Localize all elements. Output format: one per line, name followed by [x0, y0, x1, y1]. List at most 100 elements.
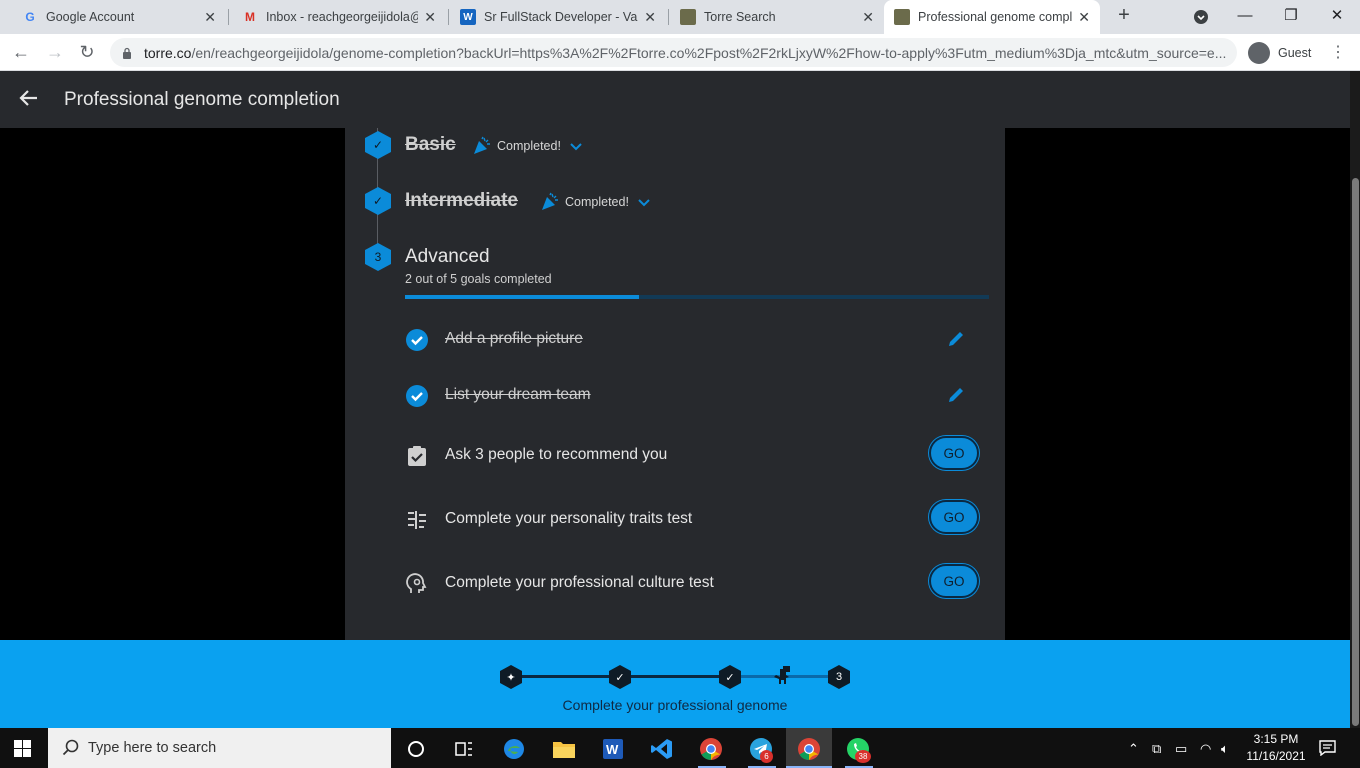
chevron-down-icon: [638, 199, 650, 207]
gmail-icon: M: [245, 10, 255, 24]
avatar-icon: [1248, 41, 1270, 64]
cortana-icon[interactable]: [403, 736, 429, 762]
party-popper-icon: [474, 136, 490, 154]
go-button[interactable]: GO: [929, 564, 979, 598]
url-text: torre.co/en/reachgeorgeijidola/genome-co…: [144, 45, 1226, 61]
edge-icon[interactable]: [501, 736, 527, 762]
meet-now-icon[interactable]: ⧉: [1152, 741, 1161, 757]
traits-icon: [408, 511, 426, 529]
browser-tab-strip: G Google Account ✕ M Inbox - reachgeorge…: [0, 0, 1360, 34]
restore-button[interactable]: ❐: [1268, 0, 1314, 34]
close-window-button[interactable]: ✕: [1314, 0, 1360, 34]
back-arrow-icon[interactable]: [18, 87, 40, 109]
close-tab-icon[interactable]: ✕: [862, 9, 874, 26]
clock-time: 3:15 PM: [1253, 732, 1299, 746]
url-host: torre.co: [144, 44, 192, 61]
chrome-icon[interactable]: [796, 736, 822, 762]
volume-icon[interactable]: 🔈︎: [1221, 741, 1229, 757]
check-circle-icon: [406, 385, 428, 407]
page-title: Professional genome completion: [64, 89, 340, 110]
goal-item: Complete your personality traits test GO: [405, 499, 985, 539]
address-bar[interactable]: torre.co/en/reachgeorgeijidola/genome-co…: [110, 38, 1237, 67]
word-icon[interactable]: W: [600, 736, 626, 762]
battery-icon[interactable]: ▭: [1175, 741, 1187, 757]
go-button[interactable]: GO: [929, 436, 979, 470]
goal-label: Add a profile picture: [445, 330, 583, 347]
tab-genome-completion[interactable]: Professional genome comple ✕: [884, 0, 1100, 34]
profile-button[interactable]: Guest: [1248, 39, 1320, 66]
chrome-icon[interactable]: [698, 736, 724, 762]
tab-vanhack[interactable]: W Sr FullStack Developer - VanH ✕: [450, 0, 666, 34]
party-popper-icon: [542, 192, 558, 210]
minimize-button[interactable]: —: [1222, 0, 1268, 34]
tab-divider: [448, 9, 449, 25]
app-header: Professional genome completion: [0, 71, 1350, 128]
close-tab-icon[interactable]: ✕: [1078, 9, 1090, 26]
page-scrollbar[interactable]: [1350, 71, 1360, 728]
advanced-progress-bar: [405, 295, 989, 299]
banner-caption: Complete your professional genome: [562, 697, 788, 713]
goals-summary: 2 out of 5 goals completed: [405, 272, 552, 286]
edit-pencil-icon[interactable]: [945, 328, 967, 350]
url-path: /en/reachgeorgeijidola/genome-completion…: [191, 44, 1227, 61]
goal-label: Complete your professional culture test: [445, 574, 714, 591]
genome-completion-card: ✓ Basic Completed! ✓ Intermediate Comple…: [345, 128, 1005, 640]
level-advanced-title: Advanced: [405, 246, 490, 267]
level-number-hex-icon: 3: [365, 243, 391, 271]
profile-label: Guest: [1278, 45, 1312, 60]
completed-label: Completed!: [565, 195, 629, 209]
goal-label: List your dream team: [445, 386, 591, 403]
level-intermediate-title: Intermediate: [405, 190, 518, 211]
browser-toolbar: ← → ↻ torre.co/en/reachgeorgeijidola/gen…: [0, 34, 1360, 71]
search-icon: [62, 739, 79, 756]
telegram-icon[interactable]: 6: [748, 736, 774, 763]
whatsapp-icon[interactable]: 38: [845, 736, 871, 763]
dinosaur-icon: [774, 666, 790, 684]
check-hex-icon: ✓: [365, 187, 391, 215]
completed-label: Completed!: [497, 139, 561, 153]
windows-start-icon[interactable]: [14, 740, 31, 757]
forward-button[interactable]: →: [42, 40, 68, 66]
level-intermediate-status[interactable]: Completed!: [539, 191, 651, 213]
genome-progress-banner[interactable]: ✦ ✓ ✓ 3 Complete your professional genom…: [0, 640, 1350, 728]
vscode-icon[interactable]: [649, 736, 675, 762]
check-circle-icon: [406, 329, 428, 351]
reload-button[interactable]: ↻: [74, 40, 100, 66]
close-tab-icon[interactable]: ✕: [644, 9, 656, 26]
taskbar-clock[interactable]: 3:15 PM 11/16/2021: [1244, 731, 1308, 765]
check-hex-icon: ✓: [609, 665, 631, 689]
goal-item: Complete your professional culture test …: [405, 563, 985, 603]
goal-label: Complete your personality traits test: [445, 510, 693, 527]
clipboard-check-icon: [408, 446, 426, 466]
new-tab-button[interactable]: +: [1112, 4, 1136, 30]
step-number-hex-icon: 3: [828, 665, 850, 689]
edit-pencil-icon[interactable]: [945, 384, 967, 406]
tab-search-button[interactable]: [1178, 0, 1224, 34]
scrollbar-thumb[interactable]: [1352, 178, 1359, 726]
close-tab-icon[interactable]: ✕: [424, 9, 436, 26]
tab-google-account[interactable]: G Google Account ✕: [12, 0, 226, 34]
back-button[interactable]: ←: [8, 40, 34, 66]
show-hidden-icons[interactable]: ⌃: [1128, 741, 1139, 757]
head-gear-icon: [406, 573, 427, 593]
tab-torre-search[interactable]: Torre Search ✕: [670, 0, 884, 34]
notification-center-icon[interactable]: [1319, 740, 1336, 756]
tab-gmail-inbox[interactable]: M Inbox - reachgeorgeijidola@g ✕: [232, 0, 446, 34]
goal-label: Ask 3 people to recommend you: [445, 446, 668, 463]
taskbar-search-box[interactable]: Type here to search: [48, 728, 391, 768]
more-menu-icon[interactable]: ⋮: [1330, 42, 1346, 62]
tab-divider: [228, 9, 229, 25]
level-basic-status[interactable]: Completed!: [471, 135, 583, 157]
task-view-icon[interactable]: [451, 736, 477, 762]
wifi-icon[interactable]: ◠: [1200, 741, 1211, 757]
whatsapp-badge: 38: [855, 750, 871, 763]
go-button[interactable]: GO: [929, 500, 979, 534]
level-basic-title: Basic: [405, 134, 456, 155]
clock-date: 11/16/2021: [1246, 749, 1306, 763]
check-hex-icon: ✓: [365, 131, 391, 159]
svg-text:W: W: [606, 742, 619, 757]
tab-divider: [668, 9, 669, 25]
close-tab-icon[interactable]: ✕: [204, 9, 216, 26]
torre-icon: [894, 9, 910, 25]
file-explorer-icon[interactable]: [551, 736, 577, 762]
